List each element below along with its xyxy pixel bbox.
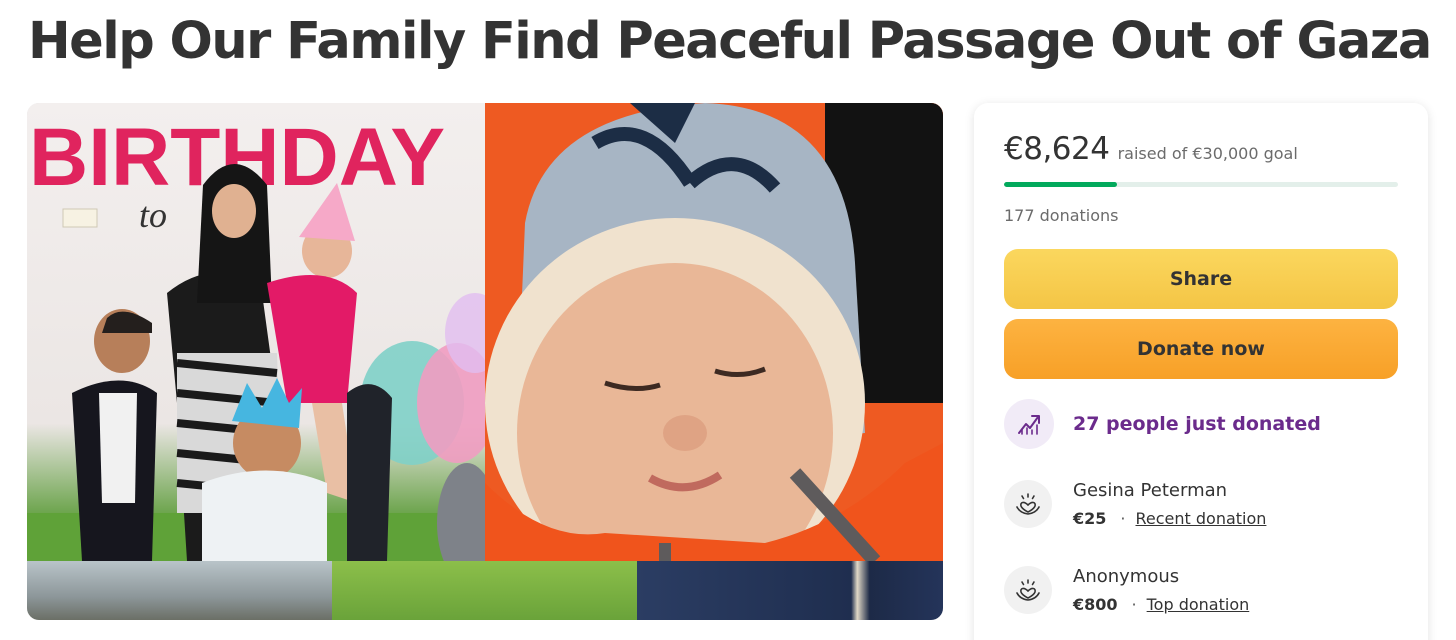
recent-donation-link[interactable]: Recent donation	[1136, 509, 1267, 528]
heart-hand-icon	[1004, 566, 1052, 614]
heart-hand-icon	[1004, 480, 1052, 528]
donor-list-item: Anonymous €800 · Top donation	[1004, 566, 1249, 614]
birthday-family-photo: BIRTHDAY to	[27, 103, 485, 561]
donor-name: Anonymous	[1073, 566, 1180, 587]
donor-amount: €800	[1073, 595, 1118, 614]
donation-count: 177 donations	[1004, 206, 1119, 225]
share-button[interactable]: Share	[1004, 249, 1398, 309]
donation-sidebar-card: €8,624 raised of €30,000 goal 177 donati…	[974, 103, 1428, 640]
thumbnail-door[interactable]	[637, 561, 943, 620]
campaign-photo-collage[interactable]: BIRTHDAY to	[27, 103, 943, 620]
thumbnail-city[interactable]	[27, 561, 332, 620]
donor-amount: €25	[1073, 509, 1107, 528]
top-donation-link[interactable]: Top donation	[1147, 595, 1250, 614]
donor-list-item: Gesina Peterman €25 · Recent donation	[1004, 480, 1266, 528]
separator-dot: ·	[1131, 595, 1137, 614]
recent-donations-activity: 27 people just donated	[1004, 399, 1321, 449]
birthday-banner-subtext: to	[139, 195, 167, 235]
trending-up-icon	[1004, 399, 1054, 449]
donate-now-button[interactable]: Donate now	[1004, 319, 1398, 379]
progress-bar	[1004, 182, 1398, 187]
donor-name: Gesina Peterman	[1073, 480, 1228, 501]
sleeping-baby-photo	[485, 103, 943, 561]
raised-amount: €8,624	[1004, 131, 1110, 167]
separator-dot: ·	[1120, 509, 1126, 528]
amount-raised-row: €8,624 raised of €30,000 goal	[1004, 131, 1298, 167]
raised-goal-text: raised of €30,000 goal	[1117, 144, 1298, 163]
progress-bar-fill	[1004, 182, 1118, 187]
sleeping-baby-illustration	[485, 103, 943, 561]
thumbnail-lawn[interactable]	[332, 561, 637, 620]
photo-thumbnail-strip	[27, 561, 943, 620]
recent-donations-text: 27 people just donated	[1073, 413, 1321, 435]
page-title: Help Our Family Find Peaceful Passage Ou…	[28, 12, 1432, 71]
birthday-family-illustration: BIRTHDAY to	[27, 112, 485, 561]
